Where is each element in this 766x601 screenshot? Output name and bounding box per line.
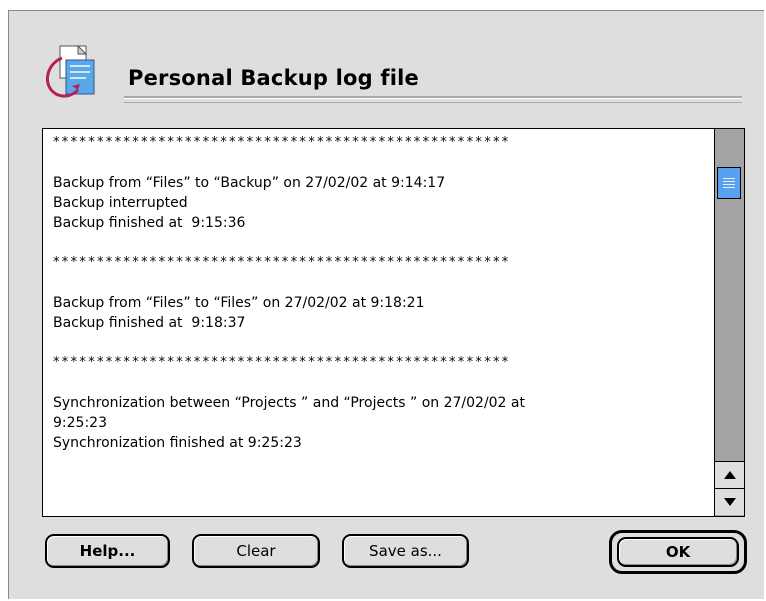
log-separator: ****************************************… — [53, 355, 511, 370]
title-divider-lower — [124, 102, 742, 103]
log-text-area[interactable]: ****************************************… — [42, 128, 745, 517]
log-line: Backup from “Files” to “Files” on 27/02/… — [53, 295, 425, 311]
personal-backup-app-icon — [46, 44, 95, 98]
arrow-down-icon — [723, 498, 736, 506]
log-separator: ****************************************… — [53, 135, 511, 150]
scroll-down-button[interactable] — [715, 488, 744, 515]
dialog-title: Personal Backup log file — [128, 66, 419, 90]
ok-button[interactable]: OK — [617, 537, 739, 567]
log-line: Backup interrupted — [53, 195, 188, 211]
clear-button[interactable]: Clear — [192, 534, 320, 568]
log-separator: ****************************************… — [53, 255, 511, 270]
log-line: Synchronization between “Projects ” and … — [53, 395, 525, 411]
title-divider — [124, 96, 742, 99]
log-line: Backup finished at 9:15:36 — [53, 215, 246, 231]
scrollbar-thumb[interactable] — [717, 167, 741, 199]
log-line: Backup finished at 9:18:37 — [53, 315, 246, 331]
save-as-button[interactable]: Save as... — [342, 534, 469, 568]
log-line: 9:25:23 — [53, 415, 107, 431]
scroll-up-button[interactable] — [715, 461, 744, 488]
log-line: Synchronization finished at 9:25:23 — [53, 435, 302, 451]
vertical-scrollbar[interactable] — [714, 129, 744, 516]
help-button[interactable]: Help... — [45, 534, 170, 568]
log-line: Backup from “Files” to “Backup” on 27/02… — [53, 175, 446, 191]
arrow-up-icon — [723, 471, 736, 479]
log-content[interactable]: ****************************************… — [43, 129, 714, 516]
